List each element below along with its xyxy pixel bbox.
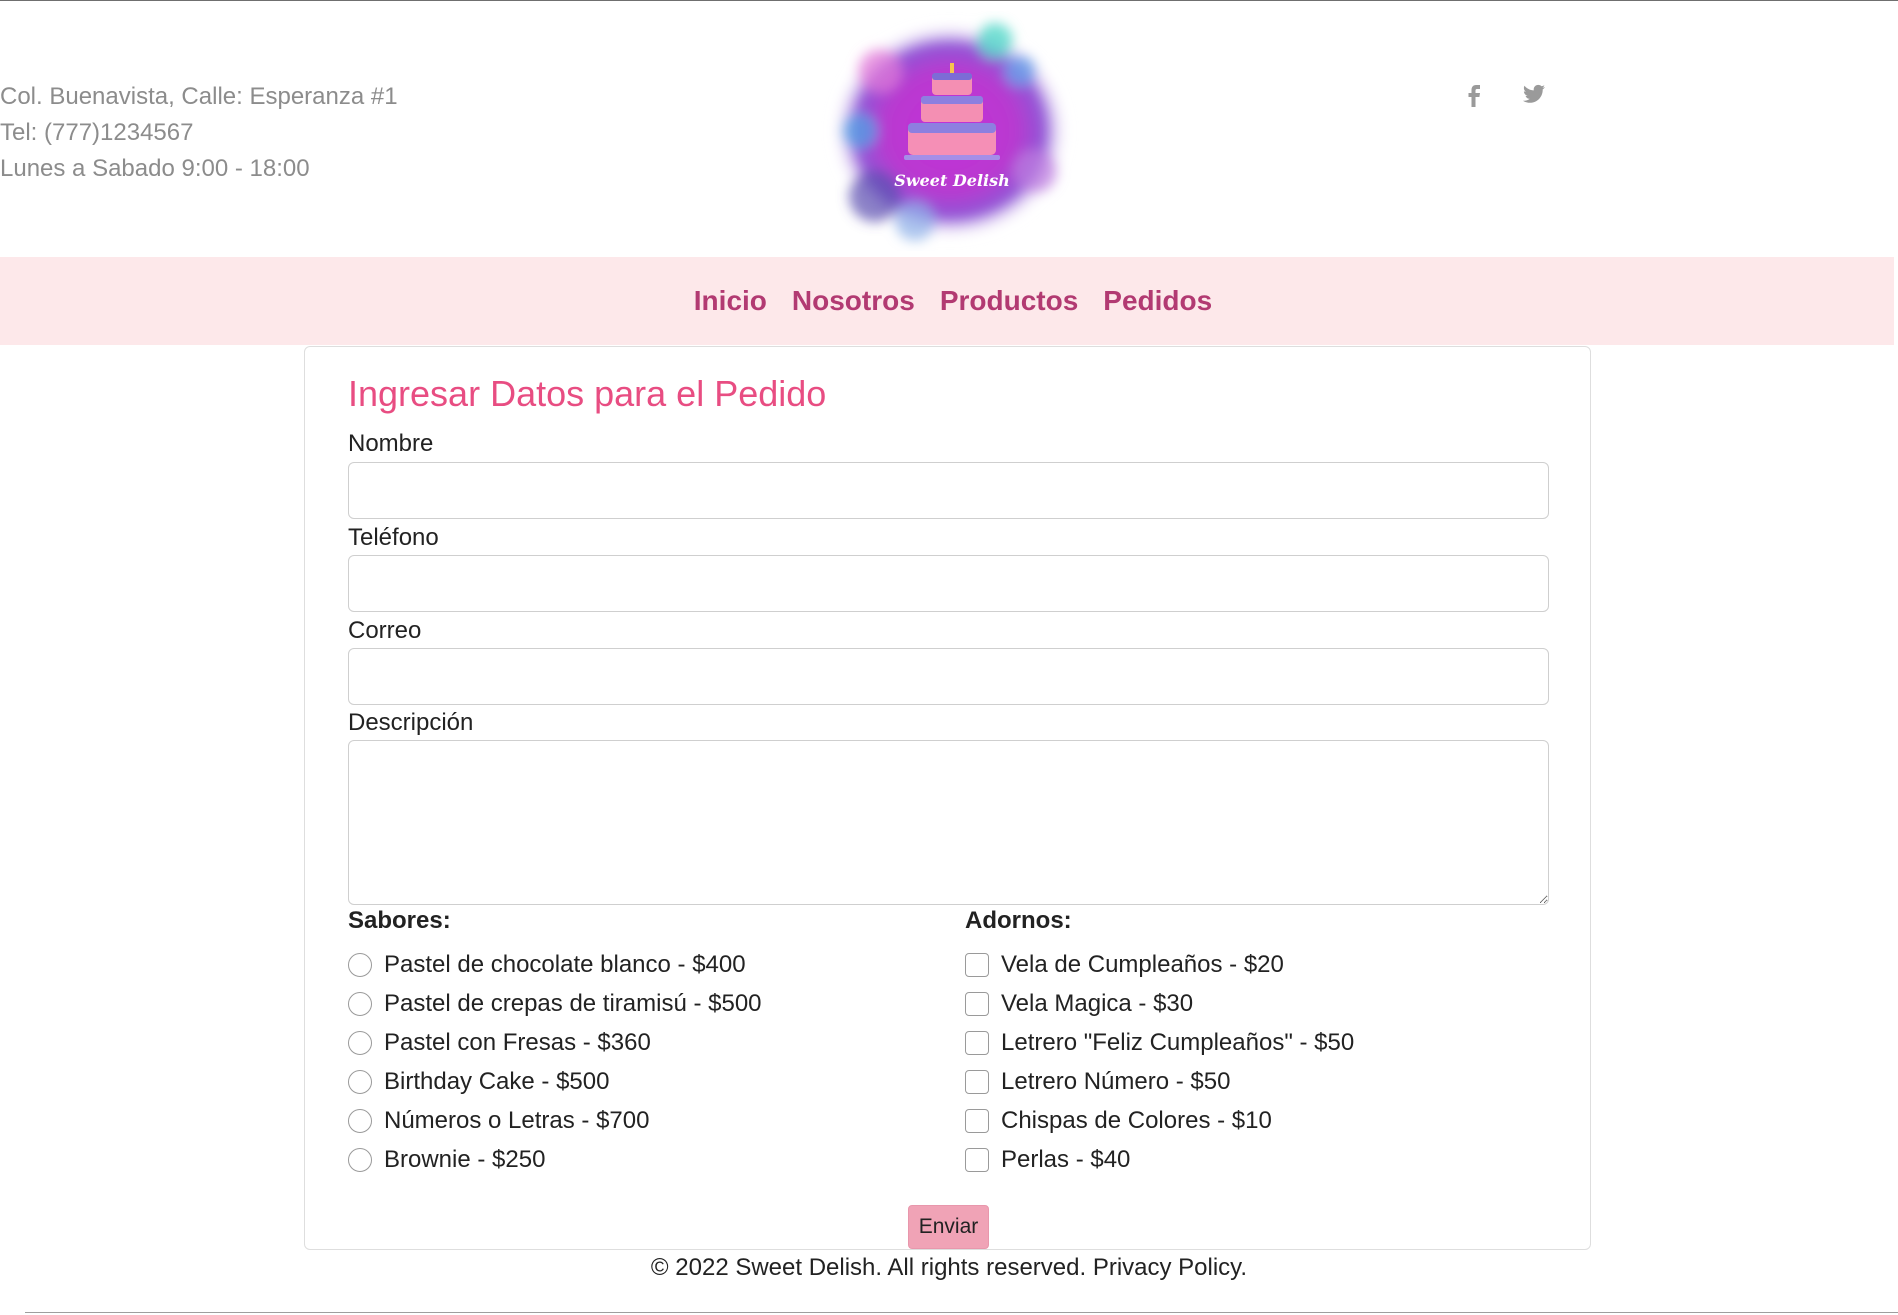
- telefono-input[interactable]: [348, 555, 1549, 612]
- radio-button[interactable]: [348, 1148, 372, 1172]
- twitter-icon[interactable]: [1522, 81, 1546, 107]
- logo-text: Sweet Delish: [894, 171, 1010, 190]
- sabor-label: Pastel de chocolate blanco - $400: [384, 951, 746, 978]
- footer-text: © 2022 Sweet Delish. All rights reserved…: [650, 1254, 1248, 1281]
- checkbox[interactable]: [965, 1109, 989, 1133]
- contact-info: Col. Buenavista, Calle: Esperanza #1 Tel…: [0, 79, 398, 187]
- sabores-title: Sabores:: [348, 907, 451, 934]
- adorno-option[interactable]: Vela Magica - $30: [965, 990, 1193, 1018]
- adorno-label: Chispas de Colores - $10: [1001, 1107, 1272, 1134]
- sabor-option[interactable]: Pastel de crepas de tiramisú - $500: [348, 990, 762, 1018]
- adornos-title: Adornos:: [965, 907, 1072, 934]
- correo-label: Correo: [348, 617, 422, 644]
- sabor-option[interactable]: Números o Letras - $700: [348, 1107, 649, 1135]
- footer-divider: [25, 1312, 1898, 1313]
- correo-input[interactable]: [348, 648, 1549, 705]
- descripcion-textarea[interactable]: [348, 740, 1549, 905]
- descripcion-label: Descripción: [348, 709, 474, 736]
- sabor-option[interactable]: Brownie - $250: [348, 1146, 545, 1174]
- sabor-label: Pastel con Fresas - $360: [384, 1029, 651, 1056]
- phone-text: Tel: (777)1234567: [0, 119, 194, 146]
- sabor-option[interactable]: Pastel de chocolate blanco - $400: [348, 951, 746, 979]
- sabor-option[interactable]: Birthday Cake - $500: [348, 1068, 609, 1096]
- sabor-label: Números o Letras - $700: [384, 1107, 650, 1134]
- checkbox[interactable]: [965, 1148, 989, 1172]
- page: Col. Buenavista, Calle: Esperanza #1 Tel…: [0, 0, 1898, 1315]
- radio-button[interactable]: [348, 992, 372, 1016]
- order-form-card: Ingresar Datos para el Pedido Nombre Tel…: [304, 346, 1591, 1250]
- adorno-label: Perlas - $40: [1001, 1146, 1131, 1173]
- adorno-label: Letrero Número - $50: [1001, 1068, 1231, 1095]
- adorno-option[interactable]: Letrero "Feliz Cumpleaños" - $50: [965, 1029, 1354, 1057]
- facebook-icon[interactable]: [1462, 81, 1486, 107]
- sweet-delish-logo[interactable]: Sweet Delish: [820, 11, 1080, 251]
- adorno-label: Vela Magica - $30: [1001, 990, 1194, 1017]
- adorno-label: Vela de Cumpleaños - $20: [1001, 951, 1284, 978]
- adorno-option[interactable]: Perlas - $40: [965, 1146, 1130, 1174]
- sabor-label: Birthday Cake - $500: [384, 1068, 610, 1095]
- checkbox[interactable]: [965, 1070, 989, 1094]
- form-title: Ingresar Datos para el Pedido: [348, 373, 827, 414]
- nombre-input[interactable]: [348, 462, 1549, 519]
- checkbox[interactable]: [965, 1031, 989, 1055]
- telefono-label: Teléfono: [348, 524, 439, 551]
- radio-button[interactable]: [348, 1109, 372, 1133]
- checkbox[interactable]: [965, 953, 989, 977]
- radio-button[interactable]: [348, 953, 372, 977]
- hours-text: Lunes a Sabado 9:00 - 18:00: [0, 155, 310, 182]
- nav-item-productos[interactable]: Productos: [940, 285, 1078, 317]
- adorno-option[interactable]: Vela de Cumpleaños - $20: [965, 951, 1284, 979]
- adorno-option[interactable]: Chispas de Colores - $10: [965, 1107, 1272, 1135]
- sabor-label: Pastel de crepas de tiramisú - $500: [384, 990, 762, 1017]
- radio-button[interactable]: [348, 1070, 372, 1094]
- address-text: Col. Buenavista, Calle: Esperanza #1: [0, 83, 398, 110]
- social-links: [1462, 81, 1546, 107]
- sabor-option[interactable]: Pastel con Fresas - $360: [348, 1029, 651, 1057]
- nombre-label: Nombre: [348, 430, 434, 457]
- adorno-label: Letrero "Feliz Cumpleaños" - $50: [1001, 1029, 1355, 1056]
- sabor-label: Brownie - $250: [384, 1146, 546, 1173]
- adorno-option[interactable]: Letrero Número - $50: [965, 1068, 1230, 1096]
- nav-item-pedidos[interactable]: Pedidos: [1103, 285, 1212, 317]
- enviar-button[interactable]: Enviar: [908, 1205, 989, 1249]
- nav-item-inicio[interactable]: Inicio: [694, 285, 767, 317]
- main-nav: Inicio Nosotros Productos Pedidos: [0, 257, 1894, 345]
- nav-item-nosotros[interactable]: Nosotros: [792, 285, 915, 317]
- radio-button[interactable]: [348, 1031, 372, 1055]
- checkbox[interactable]: [965, 992, 989, 1016]
